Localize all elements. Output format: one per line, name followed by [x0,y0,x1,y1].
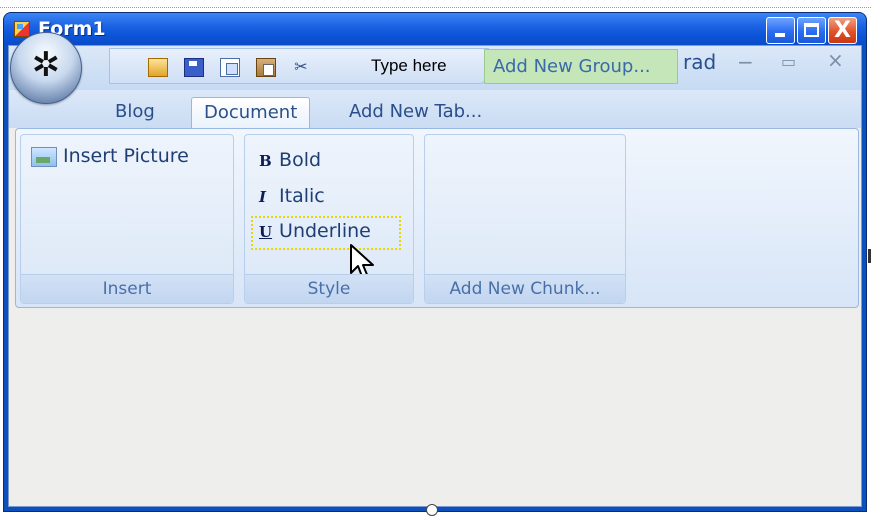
italic-icon: I [259,188,267,206]
group-insert-label: Insert [21,274,233,303]
form-client-area: ✂ Type here Add New Group... rad − ▭ × B… [8,45,862,507]
ribbon-close-icon[interactable]: × [827,48,844,72]
title-bar[interactable]: Form1 X [4,13,866,45]
cut-icon[interactable]: ✂ [292,58,310,75]
group-style: B Bold I Italic U Underline Style [244,134,414,304]
ribbon-maximize-icon[interactable]: ▭ [781,52,796,71]
tab-document[interactable]: Document [191,97,311,128]
italic-button[interactable]: I Italic [259,185,325,207]
minimize-icon [775,33,785,37]
office-logo-icon: ✲ [31,45,61,85]
insert-picture-button[interactable]: Insert Picture [63,145,189,167]
type-here-placeholder[interactable]: Type here [371,56,447,76]
bold-label: Bold [279,149,322,171]
add-new-chunk-label[interactable]: Add New Chunk... [425,274,625,303]
ribbon-caption-bar: ✂ Type here Add New Group... rad − ▭ × [9,46,861,90]
group-add-new-chunk[interactable]: Add New Chunk... [424,134,626,304]
open-icon[interactable] [148,58,168,77]
bottom-resize-handle[interactable] [426,504,438,516]
form-window: Form1 X ✂ Type here Add New Group... rad… [3,12,867,512]
underline-button[interactable]: U Underline [259,220,371,242]
ribbon-caption-text: rad [683,50,717,74]
copy-icon[interactable] [220,58,240,77]
close-icon: X [834,18,851,43]
underline-label: Underline [279,220,371,242]
minimize-button[interactable] [766,17,795,44]
group-style-label: Style [245,274,413,303]
paste-icon[interactable] [256,58,276,77]
bold-icon: B [259,152,272,170]
tab-blog[interactable]: Blog [103,97,167,128]
add-new-group-button[interactable]: Add New Group... [484,49,678,84]
maximize-button[interactable] [797,17,826,44]
close-button[interactable]: X [828,17,857,44]
tab-add-new-tab[interactable]: Add New Tab... [337,97,494,128]
group-insert: Insert Picture Insert [20,134,234,304]
save-icon[interactable] [184,58,204,77]
maximize-icon [804,23,819,37]
ribbon-minimize-icon[interactable]: − [737,50,754,74]
italic-label: Italic [279,185,325,207]
ribbon-panel: Insert Picture Insert B Bold I Italic U … [15,128,859,308]
bold-button[interactable]: B Bold [259,149,321,171]
picture-icon [31,147,57,167]
underline-icon: U [259,223,273,241]
quick-access-toolbar: ✂ Type here [109,48,489,84]
office-button[interactable]: ✲ [10,32,82,104]
ribbon-tab-strip: Blog Document Add New Tab... [9,90,861,128]
selection-border [0,7,871,8]
designer-top-strip [0,0,871,8]
